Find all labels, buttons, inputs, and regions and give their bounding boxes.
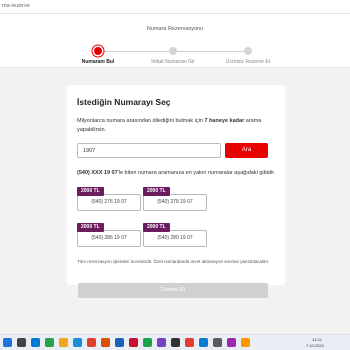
result-text: (540) XXX 19 07'le biten numara aramanız… (77, 169, 277, 177)
taskbar: 14:21 7.10.2024 (0, 334, 350, 350)
start-icon[interactable] (3, 338, 12, 347)
price-badge: 2000 TL (143, 223, 170, 232)
result-rest: 'le biten numara aramanıza en yakın numa… (117, 170, 276, 176)
number-box[interactable]: (540) 276 19 07 (77, 194, 141, 211)
stepper-line-1 (98, 51, 173, 52)
taskbar-time: 14:21 (312, 337, 323, 342)
disclaimer-text: Tüm rezervasyon işlemleri ücretsizdir. Ö… (77, 259, 270, 264)
chrome-icon[interactable] (87, 338, 96, 347)
step-3-dot (244, 47, 252, 55)
edge-icon[interactable] (73, 338, 82, 347)
media-icon[interactable] (185, 338, 194, 347)
search-input[interactable]: 1907 (77, 143, 221, 158)
file-explorer-icon[interactable] (31, 338, 40, 347)
word-icon[interactable] (115, 338, 124, 347)
excel-icon[interactable] (143, 338, 152, 347)
page-title: Numara Rezervasyonu (146, 26, 204, 32)
search-icon[interactable] (17, 338, 26, 347)
stepper-line-2 (173, 51, 248, 52)
number-search-card: İstediğin Numarayı Seç Milyonlarca numar… (67, 85, 285, 285)
folder-icon[interactable] (59, 338, 68, 347)
photos-icon[interactable] (227, 338, 236, 347)
card-title: İstediğin Numarayı Seç (77, 97, 171, 107)
step-3-label: Ücretsiz Rezerve Et (225, 59, 271, 65)
desc-bold: 7 haneye kadar (204, 118, 245, 124)
address-text: ma-rezerve (2, 3, 30, 9)
settings-icon[interactable] (213, 338, 222, 347)
step-1-dot[interactable] (94, 47, 102, 55)
office-icon[interactable] (101, 338, 110, 347)
continue-button[interactable]: Devam Et (78, 283, 268, 298)
step-2-dot (169, 47, 177, 55)
card-description: Milyonlarca numara arasından dilediğini … (77, 117, 277, 135)
number-box[interactable]: (540) 286 19 07 (77, 230, 141, 247)
search-button[interactable]: Ara (225, 143, 268, 158)
app-icon[interactable] (129, 338, 138, 347)
address-bar[interactable]: ma-rezerve (0, 0, 350, 14)
number-box[interactable]: (540) 278 19 07 (143, 194, 207, 211)
page-header: Numara Rezervasyonu Numaranı Bul İrtibat… (0, 14, 350, 68)
desc-prefix: Milyonlarca numara arasından dilediğini … (77, 118, 205, 124)
step-1-label: Numaranı Bul (81, 59, 115, 65)
price-badge: 2000 TL (77, 223, 104, 232)
number-box[interactable]: (540) 289 19 07 (143, 230, 207, 247)
result-number: (540) XXX 19 07 (77, 170, 118, 176)
terminal-icon[interactable] (171, 338, 180, 347)
teams-icon[interactable] (157, 338, 166, 347)
price-badge: 2000 TL (143, 187, 170, 196)
notes-icon[interactable] (241, 338, 250, 347)
price-badge: 2000 TL (77, 187, 104, 196)
store-icon[interactable] (45, 338, 54, 347)
taskbar-date: 7.10.2024 (306, 343, 324, 348)
mail-icon[interactable] (199, 338, 208, 347)
step-2-label: İrtibat Numarası Gir (151, 59, 195, 65)
